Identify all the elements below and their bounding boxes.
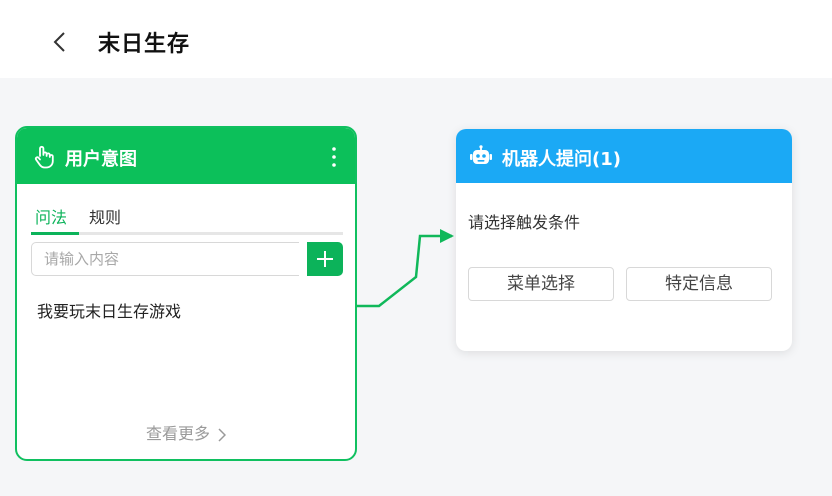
intent-card-header: 用户意图 (17, 128, 355, 184)
tab-rules[interactable]: 规则 (89, 204, 121, 229)
bot-question-card[interactable]: 机器人提问(1) 请选择触发条件 菜单选择 特定信息 (456, 129, 792, 351)
list-item[interactable]: 我要玩末日生存游戏 (37, 298, 181, 322)
add-button[interactable] (307, 242, 343, 276)
specific-info-label: 特定信息 (665, 274, 733, 294)
bot-card-header: 机器人提问(1) (456, 129, 792, 183)
header-bar: 末日生存 (0, 0, 832, 78)
more-vertical-icon[interactable] (331, 146, 337, 168)
tab-questions[interactable]: 问法 (35, 204, 67, 229)
robot-icon (470, 145, 492, 164)
trigger-hint: 请选择触发条件 (468, 213, 581, 232)
bot-card-title: 机器人提问(1) (502, 149, 621, 170)
add-phrase-row (31, 242, 343, 276)
tab-questions-label: 问法 (35, 208, 68, 227)
view-more-label: 查看更多 (145, 424, 210, 443)
specific-info-button[interactable]: 特定信息 (626, 267, 772, 301)
intent-tabs: 问法 规则 (31, 200, 343, 235)
page-title: 末日生存 (98, 32, 191, 57)
menu-select-label: 菜单选择 (507, 274, 575, 294)
chevron-right-icon (218, 427, 226, 442)
tab-rules-label: 规则 (89, 208, 122, 227)
intent-card-title: 用户意图 (65, 149, 137, 170)
view-more-link[interactable]: 查看更多 (17, 420, 355, 444)
menu-select-button[interactable]: 菜单选择 (468, 267, 614, 301)
active-tab-indicator (31, 232, 79, 235)
user-intent-card[interactable]: 用户意图 问法 规则 我要玩末日生存游戏 查看更多 (15, 126, 357, 461)
chevron-left-icon[interactable] (50, 30, 70, 54)
plus-icon (317, 251, 333, 267)
hand-pointer-icon (34, 145, 54, 169)
content-input[interactable] (31, 242, 299, 276)
